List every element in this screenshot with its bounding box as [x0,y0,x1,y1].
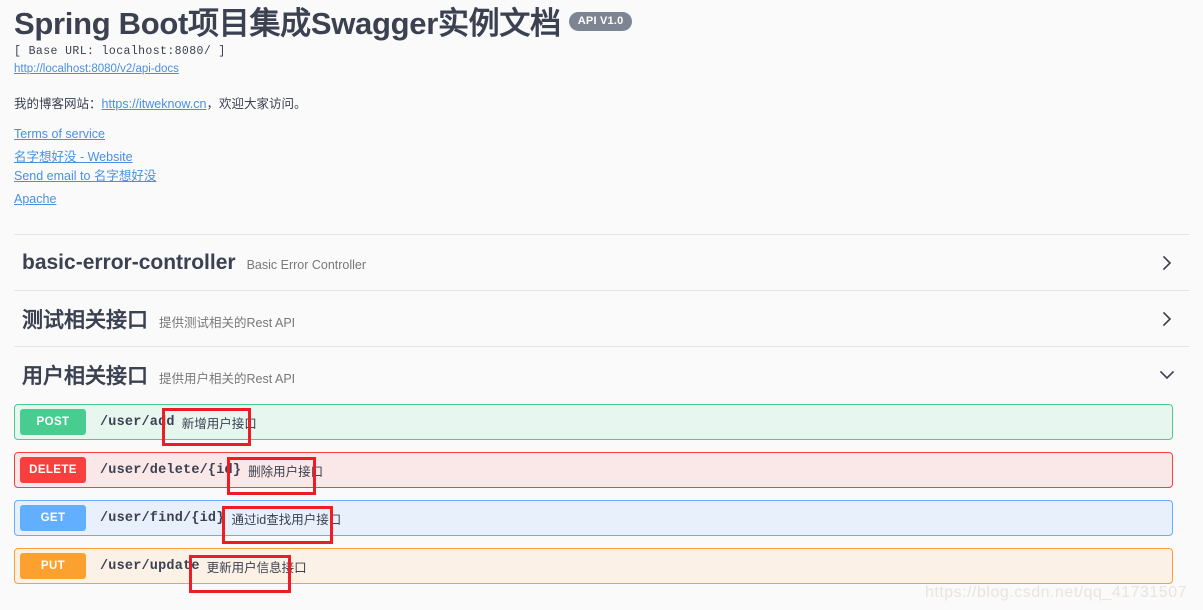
tag-section-basic-error-controller: basic-error-controller Basic Error Contr… [14,234,1189,292]
operation-row-delete-user-delete[interactable]: DELETE /user/delete/{id} 删除用户接口 [14,452,1173,489]
method-badge-post: POST [20,409,86,436]
tag-name: basic-error-controller [22,250,236,274]
tag-section-test-api: 测试相关接口 提供测试相关的Rest API [14,291,1189,348]
api-description: 我的博客网站：https://itweknow.cn，欢迎大家访问。 [14,95,1189,114]
terms-of-service-link[interactable]: Terms of service [14,128,1189,141]
operation-path: /user/delete/{id} [100,462,242,478]
operation-summary: 新增用户接口 [181,416,257,431]
description-suffix: ，欢迎大家访问。 [206,96,307,111]
operation-row-post-user-add[interactable]: POST /user/add 新增用户接口 [14,404,1173,441]
contact-website-link[interactable]: 名字想好没 - Website [14,151,1189,164]
api-info-block: Spring Boot项目集成Swagger实例文档 API V1.0 [ Ba… [0,0,1203,205]
tag-header-test-api[interactable]: 测试相关接口 提供测试相关的Rest API [14,291,1189,346]
title-row: Spring Boot项目集成Swagger实例文档 API V1.0 [14,6,1189,42]
method-badge-delete: DELETE [20,457,86,484]
operation-path: /user/update [100,558,200,574]
meta-links: Terms of service 名字想好没 - Website Send em… [14,128,1189,205]
tag-description: Basic Error Controller [246,258,367,273]
operation-path: /user/add [100,414,175,430]
tag-section-user-api: 用户相关接口 提供用户相关的Rest API POST /user/add 新增… [14,347,1189,585]
operations-list: POST /user/add 新增用户接口 DELETE /user/delet… [14,402,1189,585]
operation-summary: 通过id查找用户接口 [231,512,342,527]
operation-row-get-user-find[interactable]: GET /user/find/{id} 通过id查找用户接口 [14,500,1173,537]
tag-header-user-api[interactable]: 用户相关接口 提供用户相关的Rest API [14,347,1189,402]
swagger-ui-page: Spring Boot项目集成Swagger实例文档 API V1.0 [ Ba… [0,0,1203,610]
tag-description: 提供测试相关的Rest API [159,315,296,330]
description-prefix: 我的博客网站： [14,96,102,111]
chevron-down-icon[interactable] [1157,365,1177,385]
operation-summary: 删除用户接口 [248,464,324,479]
api-docs-link[interactable]: http://localhost:8080/v2/api-docs [14,63,1189,75]
base-url-text: [ Base URL: localhost:8080/ ] [14,44,226,58]
method-badge-put: PUT [20,553,86,580]
chevron-right-icon[interactable] [1157,309,1177,329]
tag-header-basic-error-controller[interactable]: basic-error-controller Basic Error Contr… [14,235,1189,290]
contact-email-link[interactable]: Send email to 名字想好没 [14,170,1189,183]
page-title: Spring Boot项目集成Swagger实例文档 [14,6,561,41]
operation-summary: 更新用户信息接口 [206,560,307,575]
tag-name: 测试相关接口 [22,308,148,332]
operation-row-put-user-update[interactable]: PUT /user/update 更新用户信息接口 [14,548,1173,585]
tag-name: 用户相关接口 [22,364,148,388]
tag-description: 提供用户相关的Rest API [159,371,296,386]
api-version-badge: API V1.0 [568,12,633,31]
license-link[interactable]: Apache [14,193,1189,206]
chevron-right-icon[interactable] [1157,253,1177,273]
tag-sections: basic-error-controller Basic Error Contr… [0,234,1203,585]
operation-path: /user/find/{id} [100,510,225,526]
csdn-watermark: https://blog.csdn.net/qq_41731507 [924,584,1187,601]
method-badge-get: GET [20,505,86,532]
blog-link[interactable]: https://itweknow.cn [102,97,207,111]
